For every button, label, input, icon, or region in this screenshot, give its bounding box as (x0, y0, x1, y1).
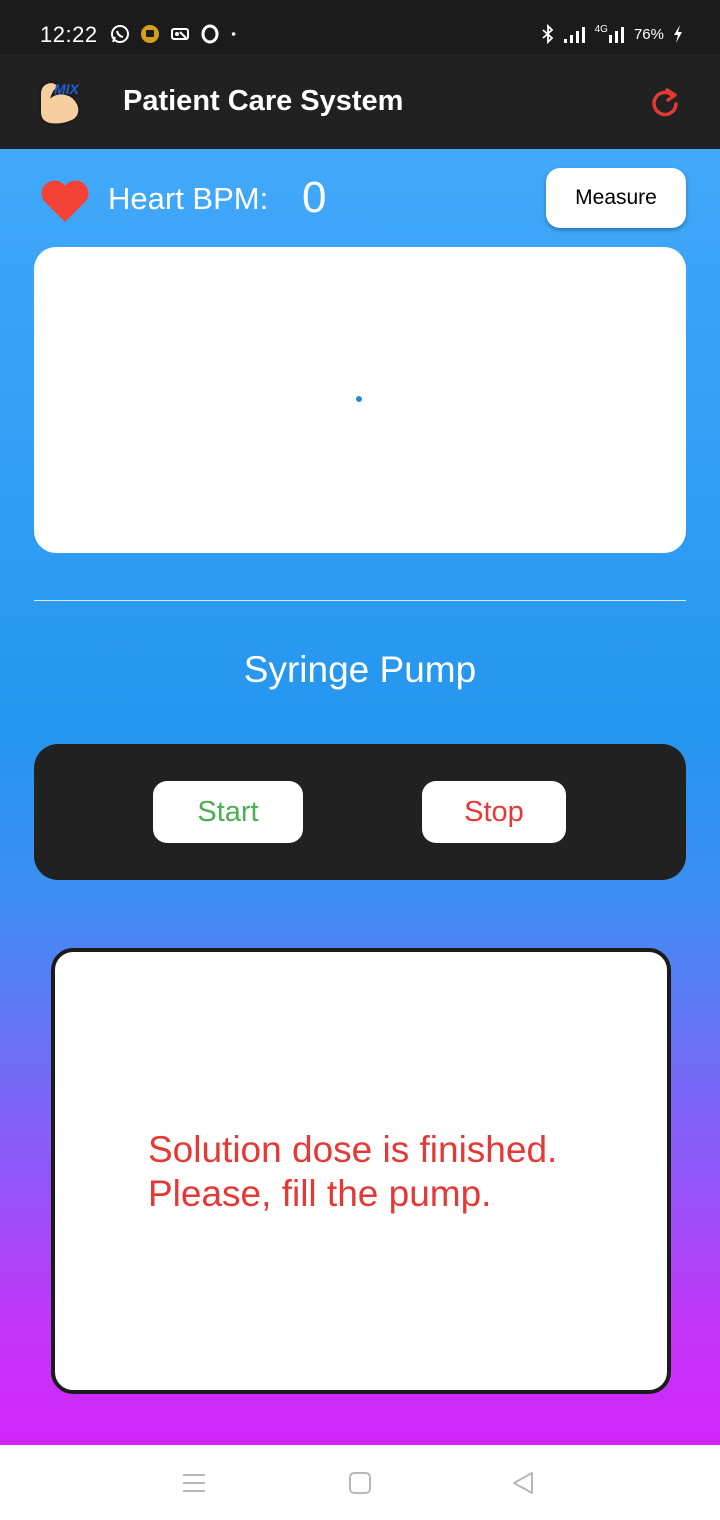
home-icon[interactable] (347, 1471, 373, 1495)
heart-icon (41, 180, 89, 222)
status-message: Solution dose is finished. Please, fill … (148, 1128, 628, 1216)
graph-data-point (356, 396, 362, 402)
back-icon[interactable] (510, 1471, 536, 1495)
status-message-line1: Solution dose is finished. (148, 1129, 558, 1170)
notification-icon (141, 25, 159, 43)
status-message-line2: Please, fill the pump. (148, 1173, 492, 1214)
stop-button[interactable]: Stop (422, 781, 566, 843)
status-icons-right: 4G 76% (541, 24, 684, 44)
start-button[interactable]: Start (153, 781, 303, 843)
system-nav-bar (0, 1445, 720, 1520)
app-title: Patient Care System (123, 85, 404, 117)
pump-controls-panel: Start Stop (34, 744, 686, 880)
main-content: Heart BPM: 0 Measure Syringe Pump Start … (0, 149, 720, 1445)
heart-bpm-label: Heart BPM: (108, 181, 269, 216)
heart-bpm-value: 0 (302, 173, 327, 222)
status-bar: 12:22 4G 76% (0, 0, 720, 54)
whatsapp-icon (111, 25, 129, 43)
network-type: 4G (594, 24, 608, 35)
signal-4g-icon: 4G (595, 24, 626, 44)
battery-charging-icon (674, 25, 682, 43)
muscle-mix-logo: MIX (39, 80, 81, 126)
status-icons-left (110, 24, 242, 44)
battery-percent: 76% (633, 25, 664, 43)
dot-icon (231, 32, 236, 36)
syringe-pump-title: Syringe Pump (243, 649, 477, 690)
menu-icon[interactable] (181, 1471, 207, 1495)
app-bar: MIX Patient Care System (0, 54, 720, 149)
vpn-key-icon (171, 28, 189, 40)
divider (34, 600, 686, 601)
signal-icon (563, 27, 585, 43)
status-time: 12:22 (40, 22, 98, 47)
heart-rate-graph (34, 247, 686, 553)
measure-button[interactable]: Measure (546, 168, 686, 228)
opera-icon (201, 24, 219, 44)
svg-text:MIX: MIX (54, 81, 81, 97)
status-message-panel: Solution dose is finished. Please, fill … (51, 948, 671, 1394)
bluetooth-icon (542, 24, 553, 44)
refresh-icon[interactable] (646, 84, 684, 122)
